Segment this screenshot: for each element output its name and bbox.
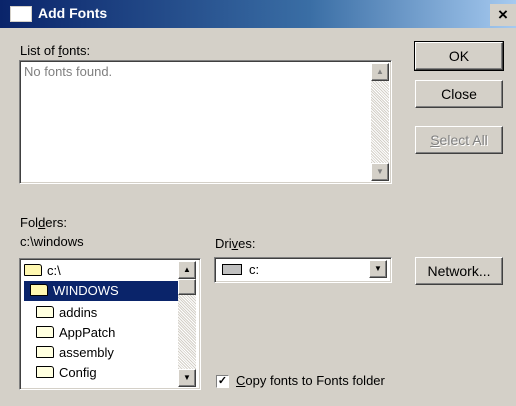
folder-item[interactable]: c:\ xyxy=(24,261,178,281)
folder-item[interactable]: AppPatch xyxy=(36,323,115,343)
drives-selected-value: c: xyxy=(249,262,260,277)
fonts-list-label: List of fonts: xyxy=(20,43,91,58)
folders-scrollbar[interactable]: ▲ ▼ xyxy=(178,261,196,387)
folder-item[interactable]: addins xyxy=(36,303,97,323)
fonts-list-scrollbar[interactable]: ▲ ▼ xyxy=(371,63,389,181)
close-window-button[interactable]: × xyxy=(490,4,516,26)
fonts-list[interactable]: No fonts found. ▲ ▼ xyxy=(19,60,392,184)
copy-fonts-checkbox[interactable]: ✓ xyxy=(216,375,229,388)
folder-icon xyxy=(36,306,54,318)
network-button[interactable]: Network... xyxy=(415,257,503,285)
window-icon xyxy=(10,6,32,22)
drives-select[interactable]: c: ▼ xyxy=(214,257,392,283)
drive-icon xyxy=(222,264,242,275)
folder-item[interactable]: Config xyxy=(36,363,97,383)
scroll-up-arrow-icon[interactable]: ▲ xyxy=(371,63,389,81)
folders-list[interactable]: c:\ WINDOWS addins AppPatch assembly Con… xyxy=(19,258,201,390)
select-all-button[interactable]: Select All xyxy=(415,126,503,154)
folder-item[interactable]: assembly xyxy=(36,343,114,363)
scroll-down-arrow-icon[interactable]: ▼ xyxy=(178,369,196,387)
folder-icon xyxy=(36,366,54,378)
scroll-thumb[interactable] xyxy=(178,279,196,295)
folder-icon xyxy=(36,326,54,338)
open-folder-icon xyxy=(24,264,42,276)
add-fonts-dialog: Add Fonts × List of fonts: No fonts foun… xyxy=(0,0,516,406)
fonts-empty-text: No fonts found. xyxy=(24,64,113,79)
scroll-down-arrow-icon[interactable]: ▼ xyxy=(371,163,389,181)
current-folder-path: c:\windows xyxy=(20,234,84,249)
title-bar[interactable]: Add Fonts × xyxy=(0,0,516,28)
open-folder-icon xyxy=(30,284,48,296)
folder-icon xyxy=(36,346,54,358)
window-title: Add Fonts xyxy=(38,5,108,21)
chevron-down-icon[interactable]: ▼ xyxy=(369,260,387,278)
close-button[interactable]: Close xyxy=(415,80,503,108)
copy-fonts-label[interactable]: Copy fonts to Fonts folder xyxy=(236,373,385,388)
folder-item-selected[interactable]: WINDOWS xyxy=(24,281,178,301)
drives-label: Drives: xyxy=(215,236,256,251)
folders-label: Folders: xyxy=(20,215,67,230)
ok-button[interactable]: OK xyxy=(414,41,504,71)
scroll-up-arrow-icon[interactable]: ▲ xyxy=(178,261,196,279)
